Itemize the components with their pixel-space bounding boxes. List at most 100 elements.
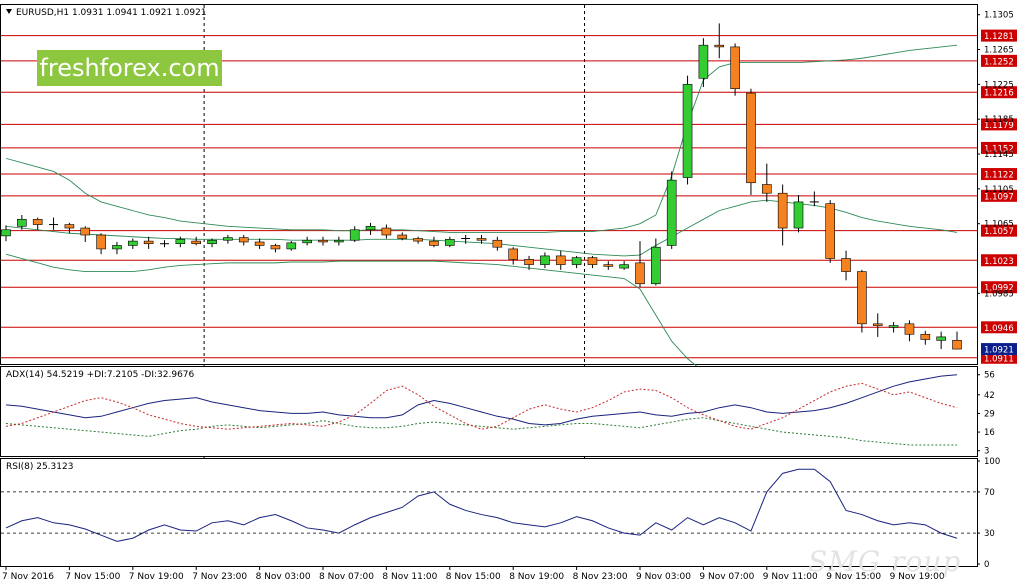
watermark: SMG roup [808,545,962,578]
candle-21 [334,239,344,243]
candle-52 [825,203,836,259]
candle-56 [888,325,899,328]
candle-19 [302,239,312,244]
candle-0 [1,229,11,237]
candle-11 [175,239,186,245]
adx-panel-frame [0,366,978,457]
rsi-panel-title: RSI(8) 25.3123 [6,462,73,472]
price-tick-label-0: 1.1305 [984,11,1014,21]
candle-22 [349,229,360,241]
time-label-9: 8 Nov 23:00 [573,572,628,582]
price-tick-label-3: 1.1185 [984,115,1014,125]
candle-14 [223,237,233,241]
chart-canvas[interactable]: 1.12811.12521.12161.11791.11521.11221.10… [0,0,1021,585]
candle-18 [286,242,297,250]
candle-55 [872,323,883,326]
time-label-8: 8 Nov 19:00 [509,572,564,582]
price-tick-label-2: 1.1225 [984,80,1014,90]
candle-28 [444,239,455,246]
time-label-5: 8 Nov 07:00 [319,572,374,582]
candle-53 [841,258,851,272]
candle-41 [651,246,661,285]
candle-9 [143,240,154,245]
candle-37 [587,257,598,265]
price-tick-label-7: 1.0985 [984,289,1014,299]
candle-16 [254,241,265,246]
freshforex-logo[interactable]: freshforex.com [37,50,222,86]
price-tick-label-5: 1.1105 [984,185,1014,195]
candle-13 [207,239,217,245]
candle-49 [777,192,788,229]
candle-46 [730,46,740,90]
price-tick-label-6: 1.1065 [984,220,1014,230]
candle-40 [635,262,645,285]
current-price-label: 1.0921 [984,346,1014,356]
rsi-tick-label-0: 100 [984,457,1000,467]
candle-39 [619,264,629,269]
candle-4 [64,224,75,229]
candle-47 [746,92,756,184]
candle-58 [920,333,931,340]
candle-26 [413,238,423,242]
level-label-8: 1.1023 [984,257,1014,267]
adx-tick-label-0: 56 [984,371,995,381]
time-label-2: 7 Nov 19:00 [129,572,184,582]
rsi-tick-label-1: 70 [984,488,995,498]
candle-50 [793,201,804,229]
candle-2 [32,219,43,225]
candle-6 [96,234,106,250]
candle-15 [238,237,249,243]
price-panel-title: EURUSD,H1 1.0931 1.0941 1.0921 1.0921 [16,8,207,18]
candle-43 [682,84,693,178]
adx-panel-title: ADX(14) 54.5219 +DI:7.2105 -DI:32.9676 [6,370,195,380]
time-label-6: 8 Nov 11:00 [382,572,437,582]
candle-31 [492,239,503,248]
candle-32 [508,248,519,260]
level-label-5: 1.1122 [984,171,1014,181]
time-label-10: 9 Nov 03:00 [636,572,691,582]
candle-59 [936,336,946,341]
candle-57 [904,323,915,335]
adx-axis: 56 42 29 16 3 [977,371,995,457]
rsi-tick-label-3: 0 [984,560,989,570]
time-label-11: 9 Nov 07:00 [699,572,754,582]
level-label-11: 1.0911 [984,354,1014,364]
candle-45 [714,44,725,48]
time-label-7: 8 Nov 15:00 [446,572,501,582]
time-label-0: 7 Nov 2016 [2,572,54,582]
candle-5 [80,227,91,236]
candle-36 [571,257,582,265]
candle-42 [666,179,677,246]
adx-panel: 56 42 29 16 3 ADX(14) 54.5219 +DI:7.2105 -DI… [0,366,995,457]
candle-33 [524,259,534,265]
candle-23 [365,225,376,231]
time-axis: 7 Nov 2016 7 Nov 15:00 7 Nov 19:00 7 Nov 23… [2,566,945,582]
rsi-axis: 100 70 30 0 [977,457,1000,570]
candle-27 [429,240,439,246]
time-label-3: 7 Nov 23:00 [192,572,247,582]
level-label-0: 1.1281 [984,32,1014,42]
candle-1 [17,219,27,227]
candle-25 [397,234,408,239]
price-tick-label-1: 1.1265 [984,46,1014,56]
adx-tick-label-2: 29 [984,409,995,419]
candle-20 [318,239,328,243]
rsi-tick-label-2: 30 [984,529,995,539]
adx-tick-label-3: 16 [984,428,995,438]
candle-38 [603,264,614,267]
level-label-1: 1.1252 [984,57,1014,67]
candle-7 [112,245,122,250]
candle-17 [270,245,281,250]
candle-35 [555,255,566,265]
candle-30 [476,238,487,241]
candle-8 [128,240,138,246]
level-label-10: 1.0946 [984,324,1014,334]
candle-44 [698,44,709,79]
candle-12 [191,240,201,245]
price-tick-label-4: 1.1145 [984,150,1014,160]
time-label-1: 7 Nov 15:00 [65,572,120,582]
candle-24 [381,227,392,236]
time-label-4: 8 Nov 03:00 [256,572,311,582]
candle-48 [761,184,772,194]
candle-34 [540,255,550,265]
